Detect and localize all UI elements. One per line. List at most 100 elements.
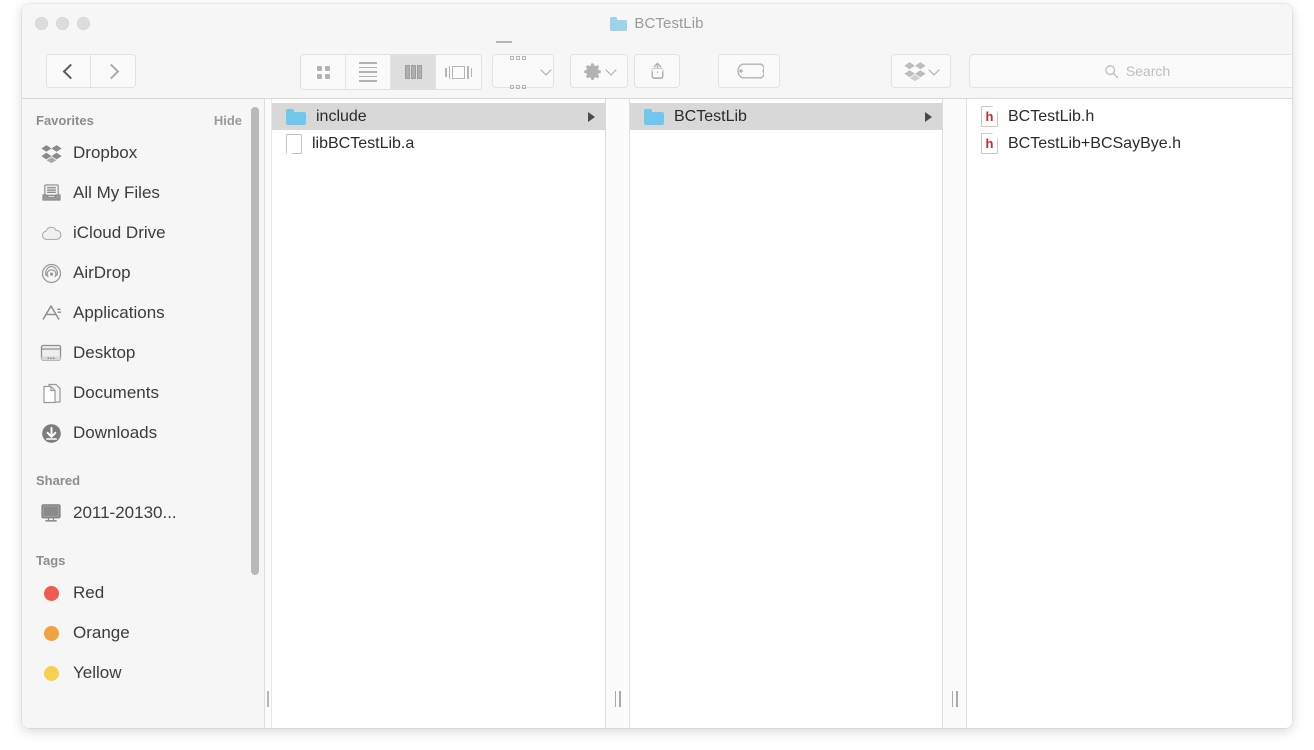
file-name: BCTestLib bbox=[674, 107, 747, 125]
document-icon bbox=[286, 133, 302, 154]
forward-button[interactable] bbox=[91, 54, 136, 88]
sidebar-scrollbar[interactable] bbox=[251, 107, 259, 575]
column-row-libbctestlib[interactable]: libBCTestLib.a bbox=[272, 130, 605, 157]
sidebar-hide-button[interactable]: Hide bbox=[214, 113, 242, 128]
header-file-icon: h bbox=[981, 133, 998, 154]
sidebar-item-documents[interactable]: Documents bbox=[22, 373, 264, 413]
column-row-bctestlib-h[interactable]: h BCTestLib.h bbox=[967, 103, 1292, 130]
tag-icon bbox=[737, 63, 764, 79]
column-divider-1 bbox=[606, 99, 630, 728]
sidebar-item-desktop[interactable]: Desktop bbox=[22, 333, 264, 373]
sidebar-item-label: Desktop bbox=[73, 343, 136, 362]
coverflow-icon bbox=[445, 65, 472, 79]
sidebar-item-applications[interactable]: Applications bbox=[22, 293, 264, 333]
screen: BCTestLib Search Favorites Hide Dropbox … bbox=[0, 0, 1314, 750]
arrange-button[interactable] bbox=[492, 41, 554, 90]
folder-icon bbox=[286, 108, 306, 125]
view-mode-segmented-control bbox=[300, 54, 482, 90]
action-menu-button[interactable] bbox=[570, 54, 628, 88]
window-toolbar: Search bbox=[22, 41, 1292, 99]
window-title: BCTestLib bbox=[634, 15, 704, 32]
gallery-view-button[interactable] bbox=[436, 55, 481, 89]
sidebar-section-title: Shared bbox=[36, 472, 81, 488]
sidebar-item-shared-computer[interactable]: 2011-20130... bbox=[22, 493, 264, 533]
sidebar-item-dropbox[interactable]: Dropbox bbox=[22, 133, 264, 173]
column-1[interactable]: include libBCTestLib.a bbox=[272, 99, 606, 728]
sidebar-item-label: Red bbox=[73, 583, 105, 602]
chevron-down-icon bbox=[928, 63, 940, 76]
grid-icon bbox=[316, 65, 330, 79]
desktop-icon bbox=[40, 342, 62, 364]
minimize-button[interactable] bbox=[56, 17, 69, 30]
sidebar-item-tag-red[interactable]: Red bbox=[22, 573, 264, 613]
chevron-down-icon bbox=[540, 63, 552, 76]
sidebar: Favorites Hide Dropbox All My Files iClo… bbox=[22, 99, 265, 728]
sidebar-item-label: Yellow bbox=[73, 663, 122, 682]
column-browser: include libBCTestLib.a BCTestLib h BCTes… bbox=[265, 99, 1292, 728]
folder-icon bbox=[610, 16, 628, 31]
sidebar-item-airdrop[interactable]: AirDrop bbox=[22, 253, 264, 293]
column-2[interactable]: BCTestLib bbox=[630, 99, 943, 728]
column-view-button[interactable] bbox=[391, 55, 436, 89]
traffic-light-group bbox=[35, 17, 90, 30]
header-file-icon: h bbox=[981, 106, 998, 127]
sidebar-section-tags-header: Tags bbox=[22, 547, 264, 573]
column-3[interactable]: h BCTestLib.h h BCTestLib+BCSayBye.h bbox=[967, 99, 1292, 728]
folder-icon bbox=[644, 108, 664, 125]
sidebar-section-shared-header: Shared bbox=[22, 467, 264, 493]
close-button[interactable] bbox=[35, 17, 48, 30]
sidebar-item-icloud-drive[interactable]: iCloud Drive bbox=[22, 213, 264, 253]
sidebar-section-title: Favorites bbox=[36, 112, 94, 128]
share-icon bbox=[651, 62, 663, 79]
sidebar-item-label: Applications bbox=[73, 303, 165, 322]
dropbox-icon bbox=[904, 62, 926, 81]
file-name: include bbox=[316, 107, 367, 125]
dropbox-icon bbox=[40, 142, 62, 164]
finder-window: BCTestLib Search Favorites Hide Dropbox … bbox=[22, 4, 1292, 728]
sidebar-item-label: All My Files bbox=[73, 183, 160, 202]
applications-icon bbox=[40, 302, 62, 324]
sidebar-item-label: 2011-20130... bbox=[73, 503, 177, 522]
window-title-group: BCTestLib bbox=[22, 15, 1292, 32]
sidebar-item-label: Documents bbox=[73, 383, 159, 402]
column-row-bctestlib[interactable]: BCTestLib bbox=[630, 103, 942, 130]
column-resize-grip[interactable] bbox=[267, 691, 269, 707]
sidebar-item-label: Downloads bbox=[73, 423, 158, 442]
icon-view-button[interactable] bbox=[301, 55, 346, 89]
search-field[interactable]: Search bbox=[969, 54, 1292, 88]
column-resize-grip[interactable] bbox=[614, 691, 621, 707]
window-titlebar[interactable]: BCTestLib bbox=[22, 4, 1292, 46]
downloads-icon bbox=[40, 422, 62, 444]
disclosure-triangle-icon bbox=[925, 111, 932, 122]
sidebar-item-downloads[interactable]: Downloads bbox=[22, 413, 264, 453]
sidebar-item-label: Orange bbox=[73, 623, 130, 642]
list-view-button[interactable] bbox=[346, 55, 391, 89]
search-icon bbox=[1104, 64, 1119, 78]
columns-icon bbox=[404, 65, 422, 79]
column-row-include[interactable]: include bbox=[272, 103, 605, 130]
chevron-left-icon bbox=[62, 63, 78, 79]
zoom-button[interactable] bbox=[77, 17, 90, 30]
gear-icon bbox=[584, 62, 601, 80]
file-name: libBCTestLib.a bbox=[312, 134, 415, 152]
column-gutter-left bbox=[265, 99, 272, 728]
sidebar-item-tag-yellow[interactable]: Yellow bbox=[22, 653, 264, 693]
sidebar-item-tag-orange[interactable]: Orange bbox=[22, 613, 264, 653]
sidebar-item-all-my-files[interactable]: All My Files bbox=[22, 173, 264, 213]
arrange-icon bbox=[496, 41, 536, 101]
window-body: Favorites Hide Dropbox All My Files iClo… bbox=[22, 99, 1292, 728]
column-row-bctestlib-bcsaybye-h[interactable]: h BCTestLib+BCSayBye.h bbox=[967, 130, 1292, 157]
share-button[interactable] bbox=[634, 54, 680, 88]
search-placeholder: Search bbox=[1125, 63, 1171, 79]
chevron-down-icon bbox=[605, 63, 617, 76]
dropbox-button[interactable] bbox=[891, 54, 951, 88]
column-divider-2 bbox=[943, 99, 967, 728]
column-resize-grip[interactable] bbox=[951, 691, 958, 707]
tags-button[interactable] bbox=[718, 54, 780, 88]
back-button[interactable] bbox=[46, 54, 91, 88]
documents-icon bbox=[40, 382, 62, 404]
disclosure-triangle-icon bbox=[588, 111, 595, 122]
icloud-drive-icon bbox=[40, 222, 62, 244]
